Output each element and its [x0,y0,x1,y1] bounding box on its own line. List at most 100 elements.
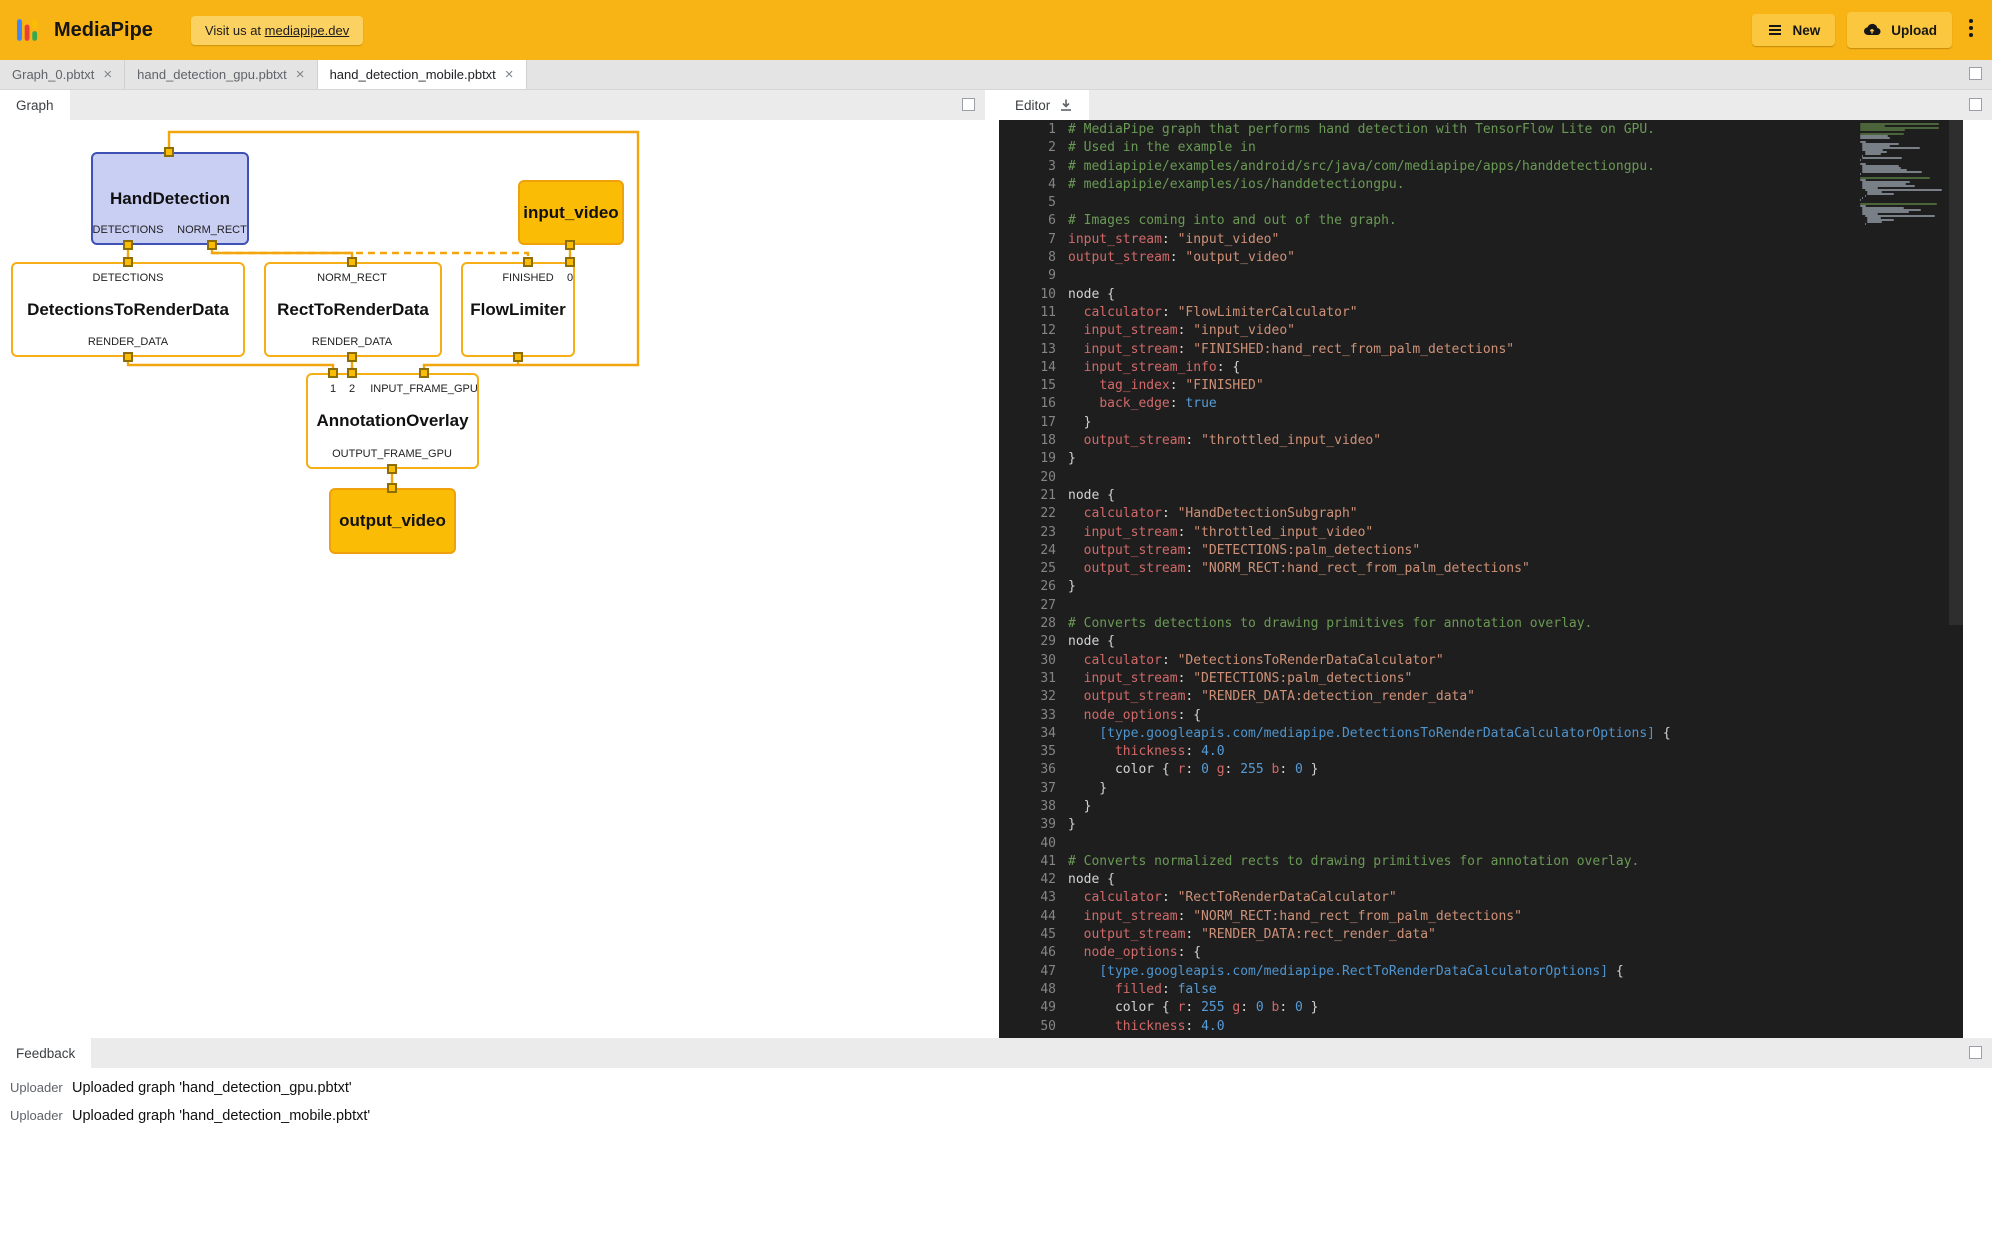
code-text: # Images coming into and out of the grap… [1068,212,1397,230]
code-line[interactable]: 4# mediapipie/examples/ios/handdetection… [999,176,1963,194]
tabbar-popout-icon[interactable] [1969,67,1982,80]
code-line[interactable]: 18 output_stream: "throttled_input_video… [999,432,1963,450]
minimap-line [1860,137,1890,139]
code-line[interactable]: 44 input_stream: "NORM_RECT:hand_rect_fr… [999,908,1963,926]
port [523,257,533,267]
port-label: INPUT_FRAME_GPU [370,383,478,395]
tab-feedback[interactable]: Feedback [0,1038,91,1068]
code-text: input_stream: "FINISHED:hand_rect_from_p… [1068,341,1514,359]
editor-minimap[interactable] [1860,123,1946,225]
code-line[interactable]: 32 output_stream: "RENDER_DATA:detection… [999,688,1963,706]
code-line[interactable]: 24 output_stream: "DETECTIONS:palm_detec… [999,542,1963,560]
code-line[interactable]: 30 calculator: "DetectionsToRenderDataCa… [999,652,1963,670]
graph-node-output-video[interactable]: output_video [329,488,456,554]
line-number: 28 [999,615,1056,633]
code-line[interactable]: 34 [type.googleapis.com/mediapipe.Detect… [999,725,1963,743]
code-line[interactable]: 43 calculator: "RectToRenderDataCalculat… [999,889,1963,907]
code-line[interactable]: 21node { [999,487,1963,505]
line-number: 21 [999,487,1056,505]
code-text: node { [1068,871,1115,889]
code-line[interactable]: 20 [999,469,1963,487]
code-line[interactable]: 48 filled: false [999,981,1963,999]
code-text: } [1068,798,1091,816]
code-text: } [1068,578,1076,596]
code-line[interactable]: 13 input_stream: "FINISHED:hand_rect_fro… [999,341,1963,359]
graph-canvas[interactable]: HandDetectionDETECTIONSNORM_RECTinput_vi… [0,120,985,1038]
line-number: 44 [999,908,1056,926]
code-line[interactable]: 16 back_edge: true [999,395,1963,413]
code-line[interactable]: 27 [999,597,1963,615]
code-line[interactable]: 10node { [999,286,1963,304]
line-number: 7 [999,231,1056,249]
code-line[interactable]: 47 [type.googleapis.com/mediapipe.RectTo… [999,963,1963,981]
tab-editor[interactable]: Editor [999,90,1089,120]
code-line[interactable]: 3# mediapipie/examples/android/src/java/… [999,158,1963,176]
file-tab[interactable]: hand_detection_mobile.pbtxt× [318,60,527,89]
code-editor[interactable]: 1# MediaPipe graph that performs hand de… [999,120,1963,1038]
graph-node-input-video[interactable]: input_video [518,180,624,245]
code-line[interactable]: 6# Images coming into and out of the gra… [999,212,1963,230]
minimap-line [1860,129,1905,131]
code-line[interactable]: 36 color { r: 0 g: 255 b: 0 } [999,761,1963,779]
code-line[interactable]: 39} [999,816,1963,834]
code-line[interactable]: 7input_stream: "input_video" [999,231,1963,249]
code-line[interactable]: 41# Converts normalized rects to drawing… [999,853,1963,871]
code-line[interactable]: 17 } [999,414,1963,432]
line-number: 24 [999,542,1056,560]
code-line[interactable]: 42node { [999,871,1963,889]
tab-close-icon[interactable]: × [103,67,112,82]
code-line[interactable]: 1# MediaPipe graph that performs hand de… [999,121,1963,139]
code-line[interactable]: 46 node_options: { [999,944,1963,962]
code-line[interactable]: 11 calculator: "FlowLimiterCalculator" [999,304,1963,322]
code-text: thickness: 4.0 [1068,1018,1225,1036]
code-line[interactable]: 14 input_stream_info: { [999,359,1963,377]
tab-graph[interactable]: Graph [0,90,70,120]
port [347,257,357,267]
code-line[interactable]: 37 } [999,780,1963,798]
code-line[interactable]: 35 thickness: 4.0 [999,743,1963,761]
code-line[interactable]: 29node { [999,633,1963,651]
code-line[interactable]: 5 [999,194,1963,212]
upload-button[interactable]: Upload [1847,12,1952,48]
line-number: 23 [999,524,1056,542]
code-line[interactable]: 45 output_stream: "RENDER_DATA:rect_rend… [999,926,1963,944]
code-line[interactable]: 26} [999,578,1963,596]
code-line[interactable]: 33 node_options: { [999,707,1963,725]
code-line[interactable]: 15 tag_index: "FINISHED" [999,377,1963,395]
code-line[interactable]: 31 input_stream: "DETECTIONS:palm_detect… [999,670,1963,688]
download-icon[interactable] [1059,98,1073,112]
port [347,368,357,378]
code-line[interactable]: 19} [999,450,1963,468]
code-line[interactable]: 8output_stream: "output_video" [999,249,1963,267]
feedback-log: UploaderUploaded graph 'hand_detection_g… [0,1068,1992,1236]
code-line[interactable]: 9 [999,267,1963,285]
code-line[interactable]: 50 thickness: 4.0 [999,1018,1963,1036]
code-line[interactable]: 49 color { r: 255 g: 0 b: 0 } [999,999,1963,1017]
code-line[interactable]: 40 [999,835,1963,853]
editor-scrollbar[interactable] [1949,120,1963,625]
tab-close-icon[interactable]: × [296,67,305,82]
code-line[interactable]: 22 calculator: "HandDetectionSubgraph" [999,505,1963,523]
port-label: DETECTIONS [93,272,164,284]
code-line[interactable]: 38 } [999,798,1963,816]
file-tab[interactable]: hand_detection_gpu.pbtxt× [125,60,317,89]
editor-tab-label: Editor [1015,98,1050,113]
feedback-message: Uploaded graph 'hand_detection_gpu.pbtxt… [72,1080,352,1096]
panel-splitter[interactable] [985,90,999,1038]
tab-close-icon[interactable]: × [505,67,514,82]
graph-popout-icon[interactable] [962,98,975,111]
code-text: input_stream: "NORM_RECT:hand_rect_from_… [1068,908,1522,926]
code-line[interactable]: 28# Converts detections to drawing primi… [999,615,1963,633]
visit-link[interactable]: mediapipe.dev [265,23,350,38]
node-label: DetectionsToRenderData [27,300,229,320]
editor-popout-icon[interactable] [1969,98,1982,111]
code-line[interactable]: 2# Used in the example in [999,139,1963,157]
file-tab[interactable]: Graph_0.pbtxt× [0,60,125,89]
graph-panel-strip: Graph [0,90,985,120]
code-line[interactable]: 23 input_stream: "throttled_input_video" [999,524,1963,542]
new-button[interactable]: New [1752,14,1835,46]
feedback-popout-icon[interactable] [1969,1046,1982,1059]
code-line[interactable]: 12 input_stream: "input_video" [999,322,1963,340]
code-line[interactable]: 25 output_stream: "NORM_RECT:hand_rect_f… [999,560,1963,578]
kebab-menu-icon[interactable] [1966,14,1976,47]
